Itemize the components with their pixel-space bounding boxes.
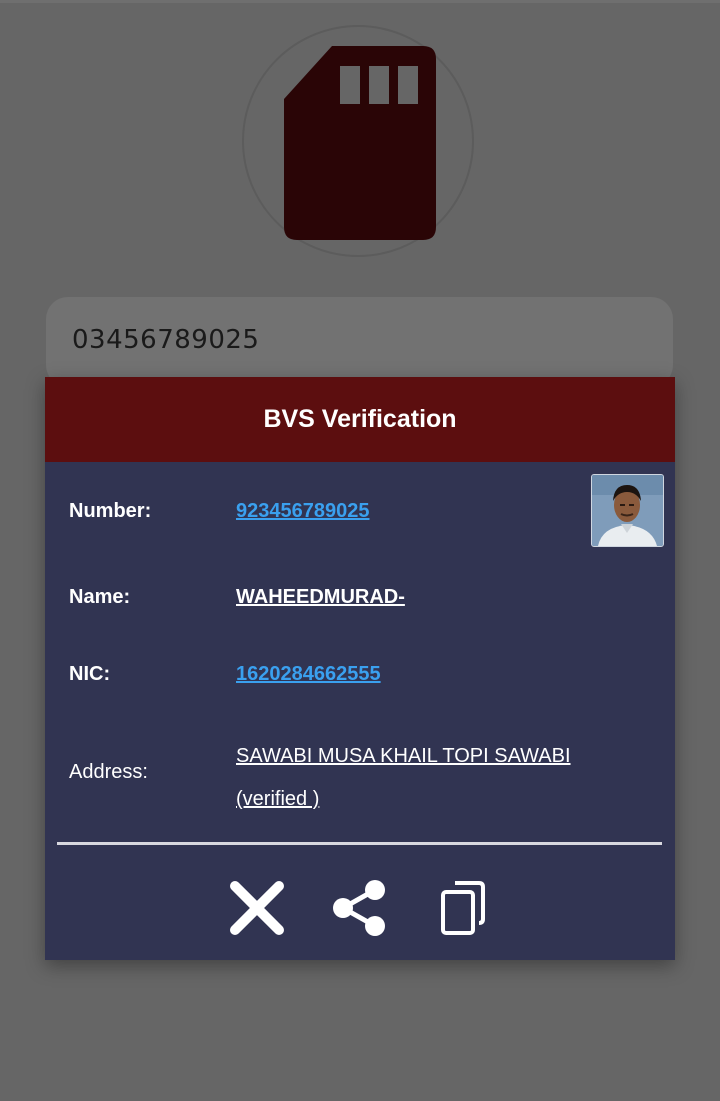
- number-label: Number:: [69, 500, 152, 522]
- address-label: Address:: [69, 761, 148, 783]
- address-value[interactable]: SAWABI MUSA KHAIL TOPI SAWABI (verified …: [236, 735, 616, 821]
- sim-card-icon: [284, 46, 436, 240]
- subscriber-photo: [591, 474, 664, 547]
- dialog-title: BVS Verification: [263, 405, 457, 433]
- bvs-verification-dialog: BVS Verification Number: 923456789025 Na…: [45, 377, 675, 960]
- nic-label: NIC:: [69, 663, 111, 685]
- nic-link[interactable]: 1620284662555: [236, 663, 381, 686]
- name-label: Name:: [69, 586, 131, 608]
- share-button[interactable]: [330, 878, 390, 938]
- address-line: SAWABI MUSA KHAIL TOPI SAWABI: [236, 745, 571, 767]
- close-button[interactable]: [227, 878, 287, 938]
- status-bar-edge: [0, 0, 720, 3]
- copy-button[interactable]: [433, 878, 493, 938]
- address-verified: (verified ): [236, 788, 320, 810]
- dialog-header: BVS Verification: [45, 377, 675, 462]
- share-icon: [333, 880, 385, 936]
- phone-number-value[interactable]: 03456789025: [72, 325, 259, 355]
- copy-icon: [441, 881, 485, 935]
- close-icon: [230, 881, 284, 935]
- name-link[interactable]: WAHEEDMURAD-: [236, 586, 405, 609]
- number-link[interactable]: 923456789025: [236, 500, 369, 523]
- divider: [57, 842, 662, 845]
